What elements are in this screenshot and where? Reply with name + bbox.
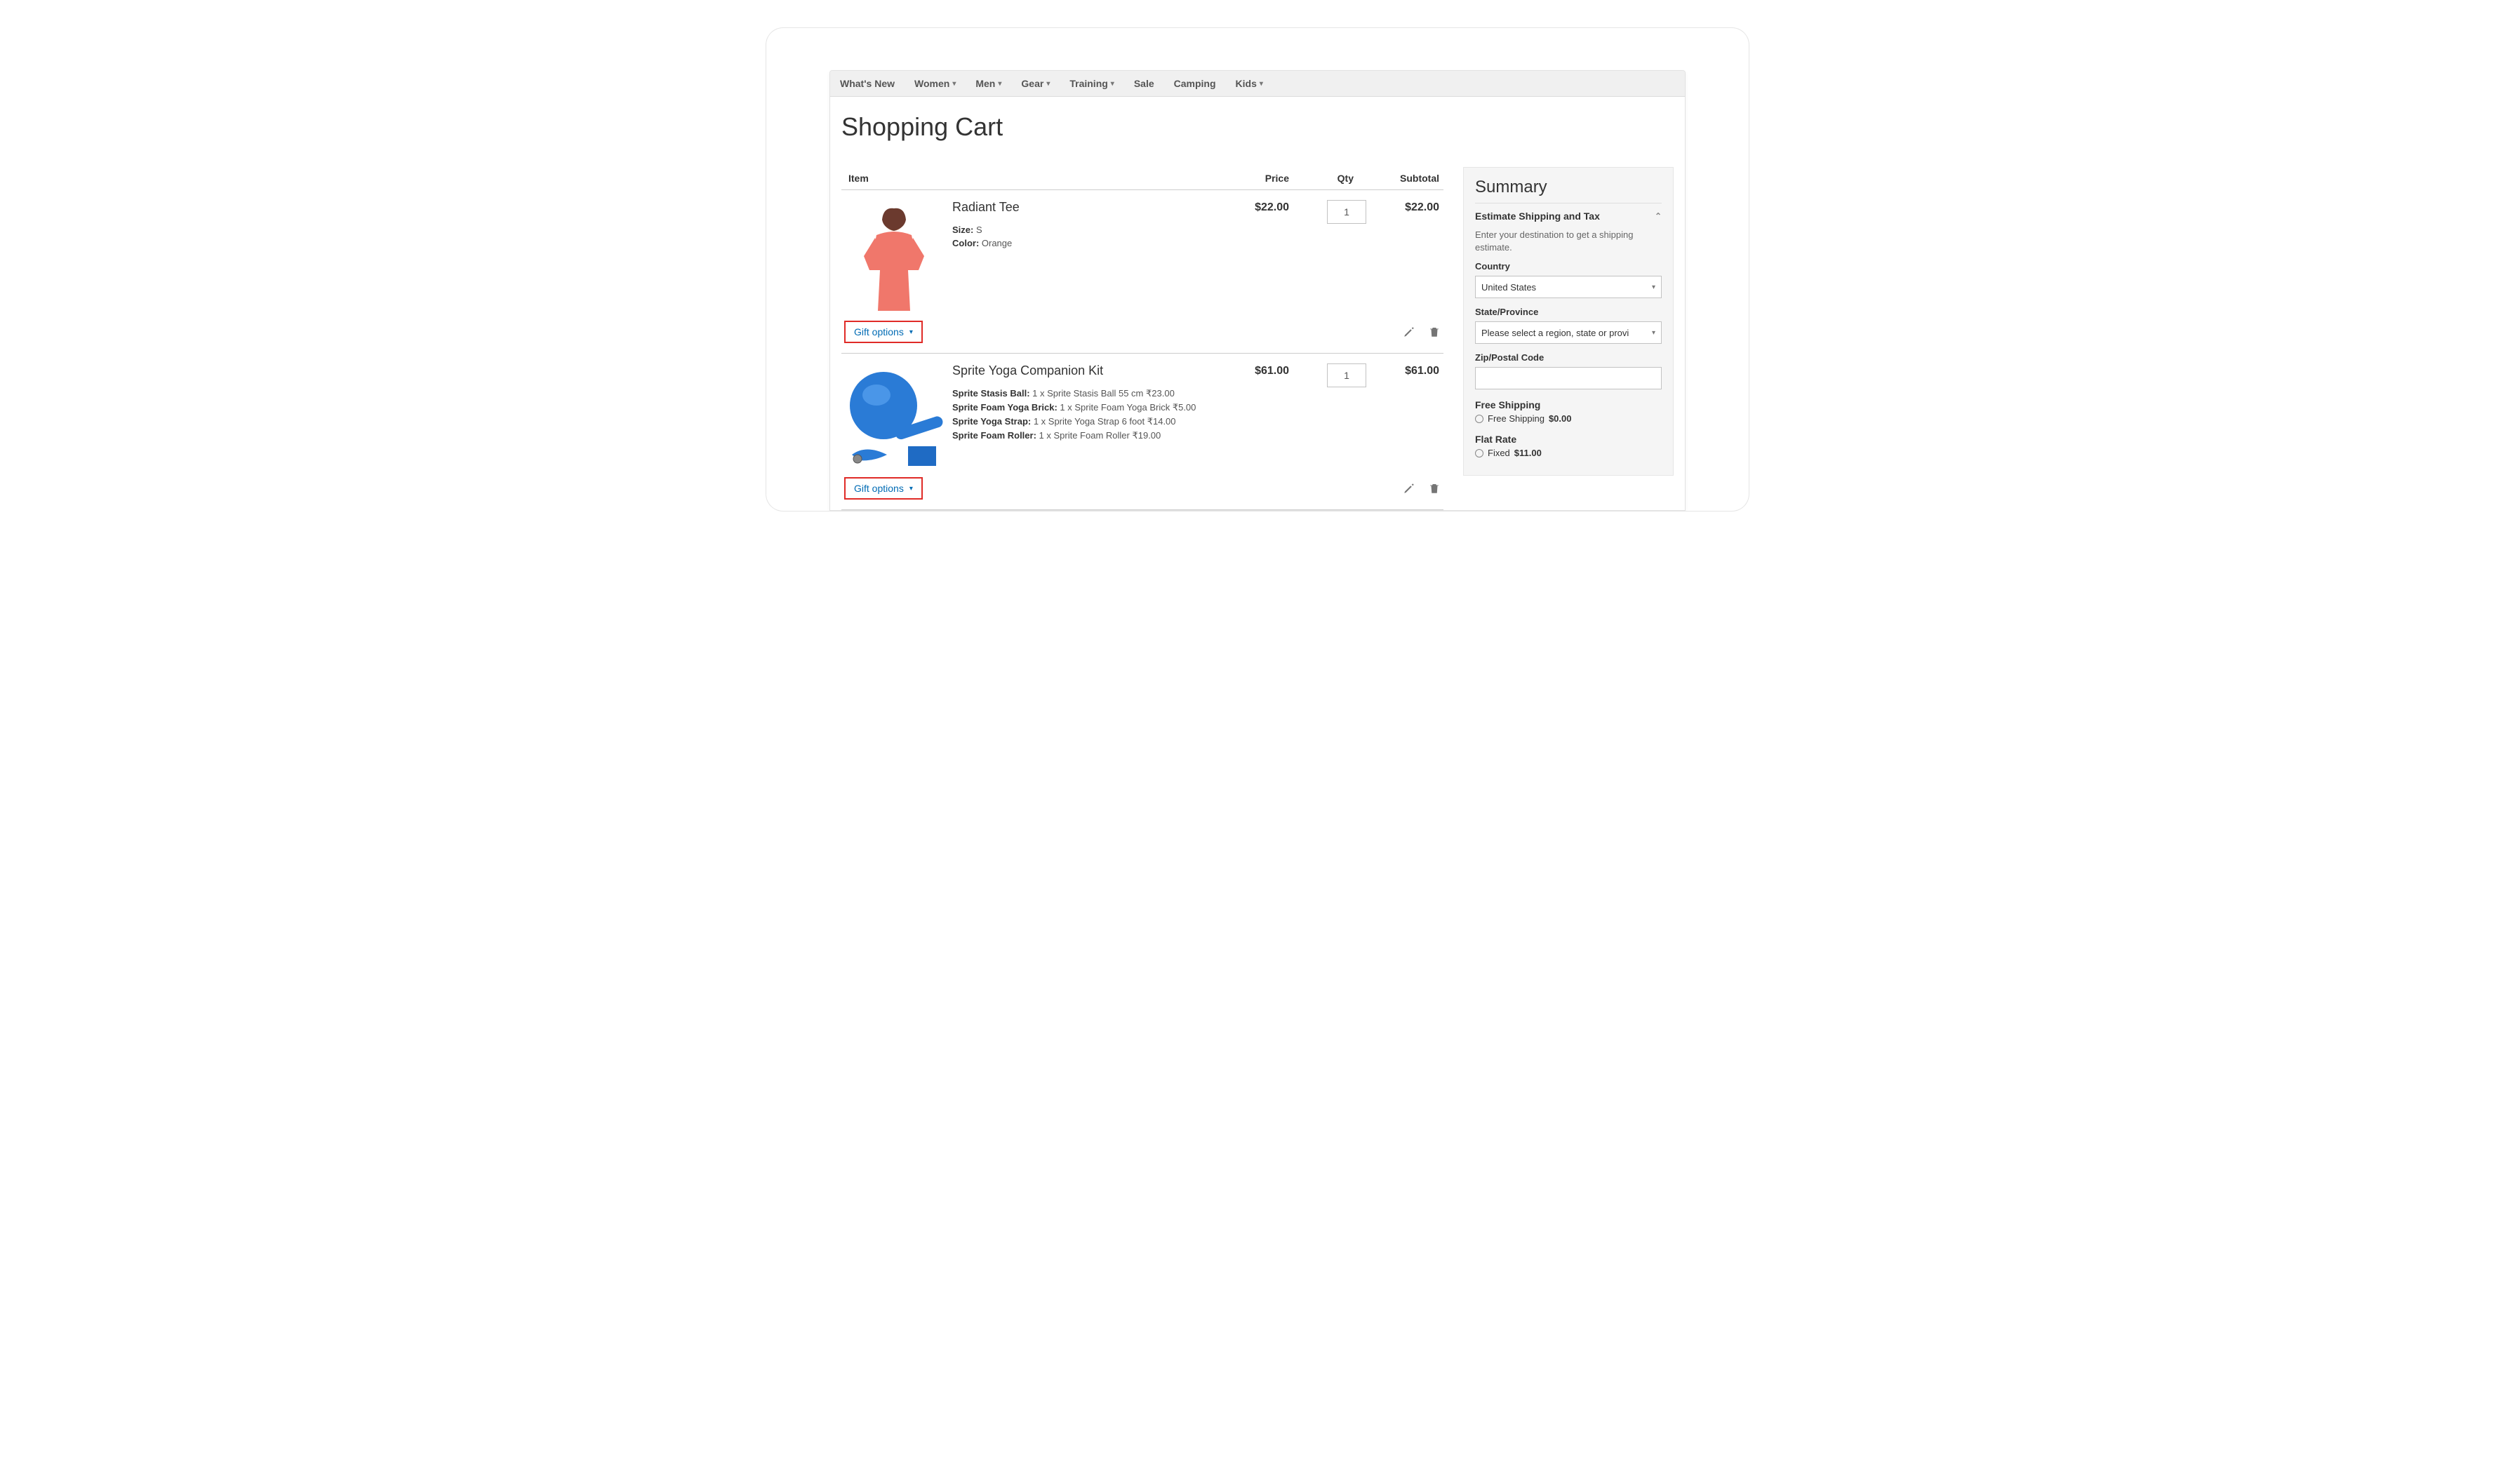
chevron-down-icon: ▾ xyxy=(909,485,913,493)
page-title: Shopping Cart xyxy=(841,112,1674,142)
trash-icon[interactable] xyxy=(1428,482,1441,495)
header-price: Price xyxy=(1212,173,1289,184)
product-attribute: Sprite Yoga Strap: 1 x Sprite Yoga Strap… xyxy=(952,416,1212,427)
summary-panel: Summary Estimate Shipping and Tax ⌃ Ente… xyxy=(1463,167,1674,476)
row-action-icons xyxy=(1403,482,1441,495)
shipping-method-title: Free Shipping xyxy=(1475,399,1662,410)
state-value: Please select a region, state or provi xyxy=(1481,328,1629,338)
nav-label: Men xyxy=(975,78,995,89)
header-item: Item xyxy=(841,173,1212,184)
product-name[interactable]: Sprite Yoga Companion Kit xyxy=(952,363,1212,378)
content-row: Item Price Qty Subtotal Radiant Tee Size:… xyxy=(841,167,1674,510)
nav-item-kids[interactable]: Kids▾ xyxy=(1236,78,1263,89)
page-body: Shopping Cart Item Price Qty Subtotal Ra… xyxy=(830,97,1685,510)
product-attribute: Sprite Stasis Ball: 1 x Sprite Stasis Ba… xyxy=(952,388,1212,399)
estimate-description: Enter your destination to get a shipping… xyxy=(1475,229,1662,254)
gift-options-toggle[interactable]: Gift options ▾ xyxy=(844,321,923,343)
chevron-down-icon: ▾ xyxy=(909,328,913,336)
gift-options-label: Gift options xyxy=(854,326,904,337)
gift-options-label: Gift options xyxy=(854,483,904,494)
chevron-down-icon: ▾ xyxy=(1652,283,1655,291)
product-image xyxy=(841,363,947,469)
app-frame: What's NewWomen▾Men▾Gear▾Training▾SaleCa… xyxy=(766,28,1749,511)
country-label: Country xyxy=(1475,261,1662,272)
shipping-option-price: $11.00 xyxy=(1514,448,1542,458)
chevron-up-icon: ⌃ xyxy=(1655,211,1662,221)
cart-table: Item Price Qty Subtotal Radiant Tee Size:… xyxy=(841,167,1443,510)
product-image xyxy=(841,200,947,312)
nav-item-sale[interactable]: Sale xyxy=(1134,78,1154,89)
nav-label: Sale xyxy=(1134,78,1154,89)
product-info: Radiant Tee Size: S Color: Orange xyxy=(947,200,1212,312)
nav-label: What's New xyxy=(840,78,895,89)
nav-label: Women xyxy=(914,78,949,89)
product-attribute: Size: S xyxy=(952,225,1212,235)
nav-item-men[interactable]: Men▾ xyxy=(975,78,1001,89)
chevron-down-icon: ▾ xyxy=(952,80,956,88)
zip-label: Zip/Postal Code xyxy=(1475,352,1662,363)
app-window: What's NewWomen▾Men▾Gear▾Training▾SaleCa… xyxy=(829,70,1686,511)
chevron-down-icon: ▾ xyxy=(1111,80,1114,88)
qty-input[interactable] xyxy=(1327,200,1366,224)
chevron-down-icon: ▾ xyxy=(998,80,1001,88)
subtotal-cell: $61.00 xyxy=(1366,363,1443,469)
nav-label: Kids xyxy=(1236,78,1257,89)
top-nav: What's NewWomen▾Men▾Gear▾Training▾SaleCa… xyxy=(830,71,1685,97)
country-value: United States xyxy=(1481,282,1536,293)
header-qty: Qty xyxy=(1289,173,1366,184)
nav-item-women[interactable]: Women▾ xyxy=(914,78,956,89)
nav-label: Camping xyxy=(1174,78,1216,89)
price-cell: $61.00 xyxy=(1212,363,1289,469)
zip-input[interactable] xyxy=(1475,367,1662,389)
shipping-method: Free ShippingFree Shipping $0.00 xyxy=(1475,399,1662,424)
chevron-down-icon: ▾ xyxy=(1046,80,1050,88)
qty-cell xyxy=(1289,200,1366,312)
qty-input[interactable] xyxy=(1327,363,1366,387)
edit-icon[interactable] xyxy=(1403,482,1415,495)
cart-row: Sprite Yoga Companion Kit Sprite Stasis B… xyxy=(841,354,1443,510)
country-field: Country United States ▾ xyxy=(1475,261,1662,298)
qty-cell xyxy=(1289,363,1366,469)
product-info: Sprite Yoga Companion Kit Sprite Stasis B… xyxy=(947,363,1212,469)
estimate-title: Estimate Shipping and Tax xyxy=(1475,210,1600,222)
summary-title: Summary xyxy=(1475,178,1662,203)
nav-label: Training xyxy=(1069,78,1107,89)
trash-icon[interactable] xyxy=(1428,326,1441,338)
chevron-down-icon: ▾ xyxy=(1260,80,1263,88)
gift-options-toggle[interactable]: Gift options ▾ xyxy=(844,477,923,500)
nav-item-gear[interactable]: Gear▾ xyxy=(1021,78,1050,89)
shipping-option-price: $0.00 xyxy=(1549,413,1572,424)
product-attribute: Sprite Foam Roller: 1 x Sprite Foam Roll… xyxy=(952,430,1212,441)
subtotal-cell: $22.00 xyxy=(1366,200,1443,312)
shipping-method-option[interactable]: Free Shipping $0.00 xyxy=(1475,413,1662,424)
nav-item-camping[interactable]: Camping xyxy=(1174,78,1216,89)
product-attribute: Sprite Foam Yoga Brick: 1 x Sprite Foam … xyxy=(952,402,1212,413)
edit-icon[interactable] xyxy=(1403,326,1415,338)
row-action-icons xyxy=(1403,326,1441,338)
cart-row: Radiant TeeSize: SColor: Orange$22.00$22… xyxy=(841,190,1443,354)
price-cell: $22.00 xyxy=(1212,200,1289,312)
state-label: State/Province xyxy=(1475,307,1662,317)
nav-item-what-s-new[interactable]: What's New xyxy=(840,78,895,89)
shipping-option-label: Fixed xyxy=(1488,448,1510,458)
radio-icon xyxy=(1475,449,1483,457)
country-select[interactable]: United States ▾ xyxy=(1475,276,1662,298)
shipping-option-label: Free Shipping xyxy=(1488,413,1545,424)
shipping-method-title: Flat Rate xyxy=(1475,434,1662,445)
nav-label: Gear xyxy=(1021,78,1043,89)
state-field: State/Province Please select a region, s… xyxy=(1475,307,1662,344)
header-subtotal: Subtotal xyxy=(1366,173,1443,184)
estimate-toggle[interactable]: Estimate Shipping and Tax ⌃ xyxy=(1475,210,1662,222)
product-attribute: Color: Orange xyxy=(952,238,1212,248)
shipping-method-option[interactable]: Fixed $11.00 xyxy=(1475,448,1662,458)
radio-icon xyxy=(1475,415,1483,423)
state-select[interactable]: Please select a region, state or provi ▾ xyxy=(1475,321,1662,344)
cart-table-header: Item Price Qty Subtotal xyxy=(841,167,1443,190)
nav-item-training[interactable]: Training ▾ xyxy=(1069,78,1114,89)
shipping-method: Flat Rate Fixed $11.00 xyxy=(1475,434,1662,458)
chevron-down-icon: ▾ xyxy=(1652,329,1655,337)
product-name[interactable]: Radiant Tee xyxy=(952,200,1212,215)
zip-field: Zip/Postal Code xyxy=(1475,352,1662,389)
